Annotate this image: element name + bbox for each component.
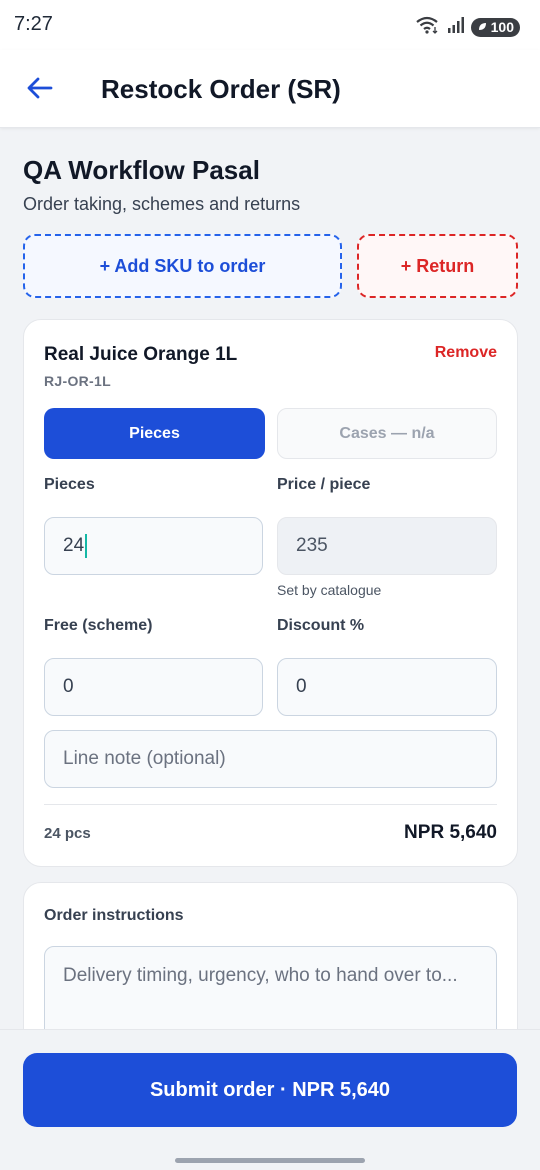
home-indicator[interactable] [175,1158,365,1163]
instructions-card: Order instructions Delivery timing, urge… [23,882,518,1029]
free-scheme-value: 0 [63,676,74,697]
status-bar: 7:27 100 [0,0,540,50]
line-note-placeholder: Line note (optional) [63,748,226,769]
discount-input[interactable]: 0 [277,658,497,716]
unit-toggle-cases: Cases — n/a [277,408,497,459]
status-icons: 100 [415,15,520,40]
back-button[interactable] [22,72,58,108]
quantity-summary: 24 pcs [44,825,91,842]
page-title: Restock Order (SR) [101,74,341,104]
free-scheme-label: Free (scheme) [44,617,153,634]
pieces-input[interactable]: 24 [44,517,263,575]
item-name: Real Juice Orange 1L [44,344,238,365]
price-label: Price / piece [277,476,371,493]
remove-item-button[interactable]: Remove [435,344,497,362]
pieces-value: 24 [63,535,85,556]
battery-saver-icon [477,19,488,36]
status-time: 7:27 [14,13,53,35]
free-scheme-input[interactable]: 0 [44,658,263,716]
arrow-left-icon [27,77,53,104]
discount-value: 0 [296,676,307,697]
store-subtitle: Order taking, schemes and returns [23,194,301,214]
text-cursor [85,534,88,558]
bottom-action-bar: Submit order · NPR 5,640 [0,1029,540,1170]
signal-icon [447,16,465,39]
order-form-scroll[interactable]: QA Workflow Pasal Order taking, schemes … [0,129,540,1029]
item-sku: RJ-OR-1L [44,373,111,389]
instructions-textarea[interactable]: Delivery timing, urgency, who to hand ov… [44,946,497,1029]
store-name: QA Workflow Pasal [23,155,260,185]
line-total: NPR 5,640 [404,822,497,843]
pieces-label: Pieces [44,476,95,493]
battery-level: 100 [490,19,514,35]
line-note-input[interactable]: Line note (optional) [44,730,497,788]
divider [44,804,497,805]
order-line-card: Real Juice Orange 1L RJ-OR-1L Remove Pie… [23,319,518,867]
battery-indicator: 100 [470,18,520,37]
wifi-icon [415,15,441,40]
discount-label: Discount % [277,617,365,634]
instructions-label: Order instructions [44,907,184,924]
price-input: 235 [277,517,497,575]
price-value: 235 [296,535,328,556]
add-sku-button[interactable]: + Add SKU to order [23,234,342,298]
submit-order-button[interactable]: Submit order · NPR 5,640 [23,1053,517,1127]
app-bar: Restock Order (SR) [0,50,540,128]
unit-toggle-pieces[interactable]: Pieces [44,408,265,459]
return-button[interactable]: + Return [357,234,518,298]
price-hint: Set by catalogue [277,582,382,598]
